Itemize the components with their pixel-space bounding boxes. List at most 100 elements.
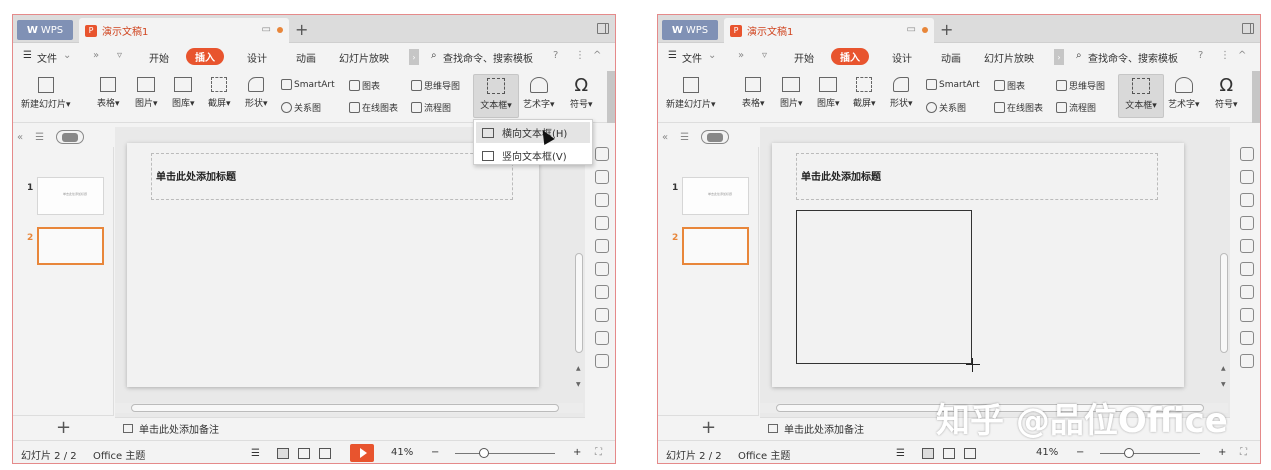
screenshot-button[interactable]: 截屏▾ (208, 77, 231, 109)
fit-window-icon[interactable]: ⛶ (1240, 447, 1247, 458)
new-tab-button[interactable]: + (295, 20, 308, 39)
smartart-button[interactable]: SmartArt (926, 79, 980, 90)
vertical-scrollbar[interactable]: ▲ ▼ (1218, 127, 1230, 403)
chart-button[interactable]: 图表 (994, 79, 1025, 92)
scroll-up-icon[interactable]: ▲ (576, 365, 581, 372)
wps-home-tab[interactable]: W WPS (662, 20, 718, 40)
tab-home[interactable]: 开始 (794, 50, 814, 65)
slide-thumbnail-2[interactable] (37, 227, 104, 265)
zoom-in-button[interactable]: + (1218, 447, 1226, 458)
more-menu-icon[interactable]: » (738, 50, 744, 61)
slide-canvas[interactable]: 单击此处添加标题 (127, 143, 539, 387)
tab-design[interactable]: 设计 (247, 50, 267, 65)
relation-button[interactable]: 关系图 (281, 101, 321, 114)
online-chart-button[interactable]: 在线图表 (994, 101, 1043, 114)
help-circle-icon[interactable] (1240, 354, 1254, 368)
collapse-panel-icon[interactable]: « (662, 132, 668, 143)
layers-icon[interactable] (595, 170, 609, 184)
zoom-slider-knob[interactable] (1124, 448, 1134, 458)
collapse-panel-icon[interactable]: « (17, 132, 23, 143)
search-icon[interactable]: ⌕ (431, 50, 437, 61)
slides-view-toggle[interactable] (56, 130, 85, 144)
smartart-button[interactable]: SmartArt (281, 79, 335, 90)
window-restore-icon[interactable] (597, 23, 609, 34)
chart-button[interactable]: 图表 (349, 79, 380, 92)
play-slideshow-button[interactable] (350, 444, 374, 462)
fit-window-icon[interactable]: ⛶ (595, 447, 602, 458)
mindmap-button[interactable]: 思维导图 (411, 79, 460, 92)
reading-view-icon[interactable] (964, 448, 976, 459)
file-dropdown-icon[interactable]: ⌄ (708, 50, 716, 61)
zoom-out-button[interactable]: − (1076, 447, 1084, 458)
share-icon[interactable] (1240, 308, 1254, 322)
relation-button[interactable]: 关系图 (926, 101, 966, 114)
screen-icon[interactable]: ▭ (262, 24, 271, 35)
help-circle-icon[interactable] (595, 354, 609, 368)
hamburger-icon[interactable]: ☰ (668, 50, 677, 61)
ribbon-scroll-handle[interactable] (607, 71, 615, 123)
archive-icon[interactable] (1240, 285, 1254, 299)
file-menu[interactable]: 文件 (37, 50, 57, 65)
shapes-icon[interactable] (1240, 193, 1254, 207)
ribbon-scroll-handle[interactable] (1252, 71, 1260, 123)
flowchart-button[interactable]: 流程图 (1056, 101, 1096, 114)
tab-insert[interactable]: 插入 (831, 48, 869, 65)
new-tab-button[interactable]: + (940, 20, 953, 39)
star-icon[interactable] (1240, 147, 1254, 161)
zoom-in-button[interactable]: + (573, 447, 581, 458)
add-slide-button[interactable]: + (13, 415, 114, 439)
share-icon[interactable] (595, 308, 609, 322)
notes-toggle-icon[interactable]: ☰ (896, 448, 908, 459)
tab-home[interactable]: 开始 (149, 50, 169, 65)
slides-view-toggle[interactable] (701, 130, 730, 144)
vertical-scrollbar[interactable]: ▲ ▼ (573, 127, 585, 403)
symbol-button[interactable]: Ω 符号▾ (570, 75, 593, 110)
add-slide-button[interactable]: + (658, 415, 759, 439)
symbol-button[interactable]: Ω 符号▾ (1215, 75, 1238, 110)
table-button[interactable]: 表格▾ (742, 77, 765, 109)
normal-view-icon[interactable] (277, 448, 289, 459)
shape-button[interactable]: 形状▾ (245, 77, 268, 109)
vertical-textbox-item[interactable]: 竖向文本框(V) (476, 145, 590, 166)
search-commands[interactable]: 查找命令、搜索模板 (443, 50, 533, 65)
outline-view-icon[interactable]: ☰ (35, 132, 44, 143)
tab-animation[interactable]: 动画 (941, 50, 961, 65)
window-restore-icon[interactable] (1242, 23, 1254, 34)
zoom-slider-track[interactable] (1100, 453, 1200, 454)
notes-pane[interactable]: 单击此处添加备注 (115, 417, 585, 439)
slide-thumbnail-2[interactable] (682, 227, 749, 265)
shape-button[interactable]: 形状▾ (890, 77, 913, 109)
document-tab[interactable]: P 演示文稿1 ▭ (724, 18, 934, 43)
layers-icon[interactable] (1240, 170, 1254, 184)
file-dropdown-icon[interactable]: ⌄ (63, 50, 71, 61)
wordart-button[interactable]: 艺术字▾ (1168, 77, 1200, 110)
slide-thumbnail-1[interactable]: 单击此处添加标题 (37, 177, 104, 215)
horizontal-textbox-item[interactable]: 横向文本框(H) (476, 122, 590, 143)
quick-dropdown-icon[interactable]: ▿ (117, 50, 122, 61)
slide-thumbnail-1[interactable]: 单击此处添加标题 (682, 177, 749, 215)
zoom-slider-knob[interactable] (479, 448, 489, 458)
tab-slideshow[interactable]: 幻灯片放映 (984, 50, 1034, 65)
tab-slideshow[interactable]: 幻灯片放映 (339, 50, 389, 65)
wordart-button[interactable]: 艺术字▾ (523, 77, 555, 110)
copy-icon[interactable] (1240, 239, 1254, 253)
flowchart-button[interactable]: 流程图 (411, 101, 451, 114)
sorter-view-icon[interactable] (298, 448, 310, 459)
reading-view-icon[interactable] (319, 448, 331, 459)
vertical-scroll-thumb[interactable] (575, 253, 583, 353)
collapse-ribbon-icon[interactable]: ^ (593, 50, 601, 61)
help-icon[interactable]: ? (553, 50, 558, 61)
sliders-icon[interactable] (595, 216, 609, 230)
zoom-out-button[interactable]: − (431, 447, 439, 458)
tab-insert[interactable]: 插入 (186, 48, 224, 65)
textbox-button[interactable]: 文本框▾ (473, 74, 519, 118)
help-icon[interactable]: ? (1198, 50, 1203, 61)
theme-name[interactable]: Office 主题 (93, 447, 145, 462)
quick-dropdown-icon[interactable]: ▿ (762, 50, 767, 61)
slide-canvas[interactable]: 单击此处添加标题 (772, 143, 1184, 387)
scroll-down-icon[interactable]: ▼ (1221, 381, 1226, 388)
wps-home-tab[interactable]: W WPS (17, 20, 73, 40)
favorite-icon[interactable] (1240, 262, 1254, 276)
textbox-button[interactable]: 文本框▾ (1118, 74, 1164, 118)
more-menu-icon[interactable]: » (93, 50, 99, 61)
